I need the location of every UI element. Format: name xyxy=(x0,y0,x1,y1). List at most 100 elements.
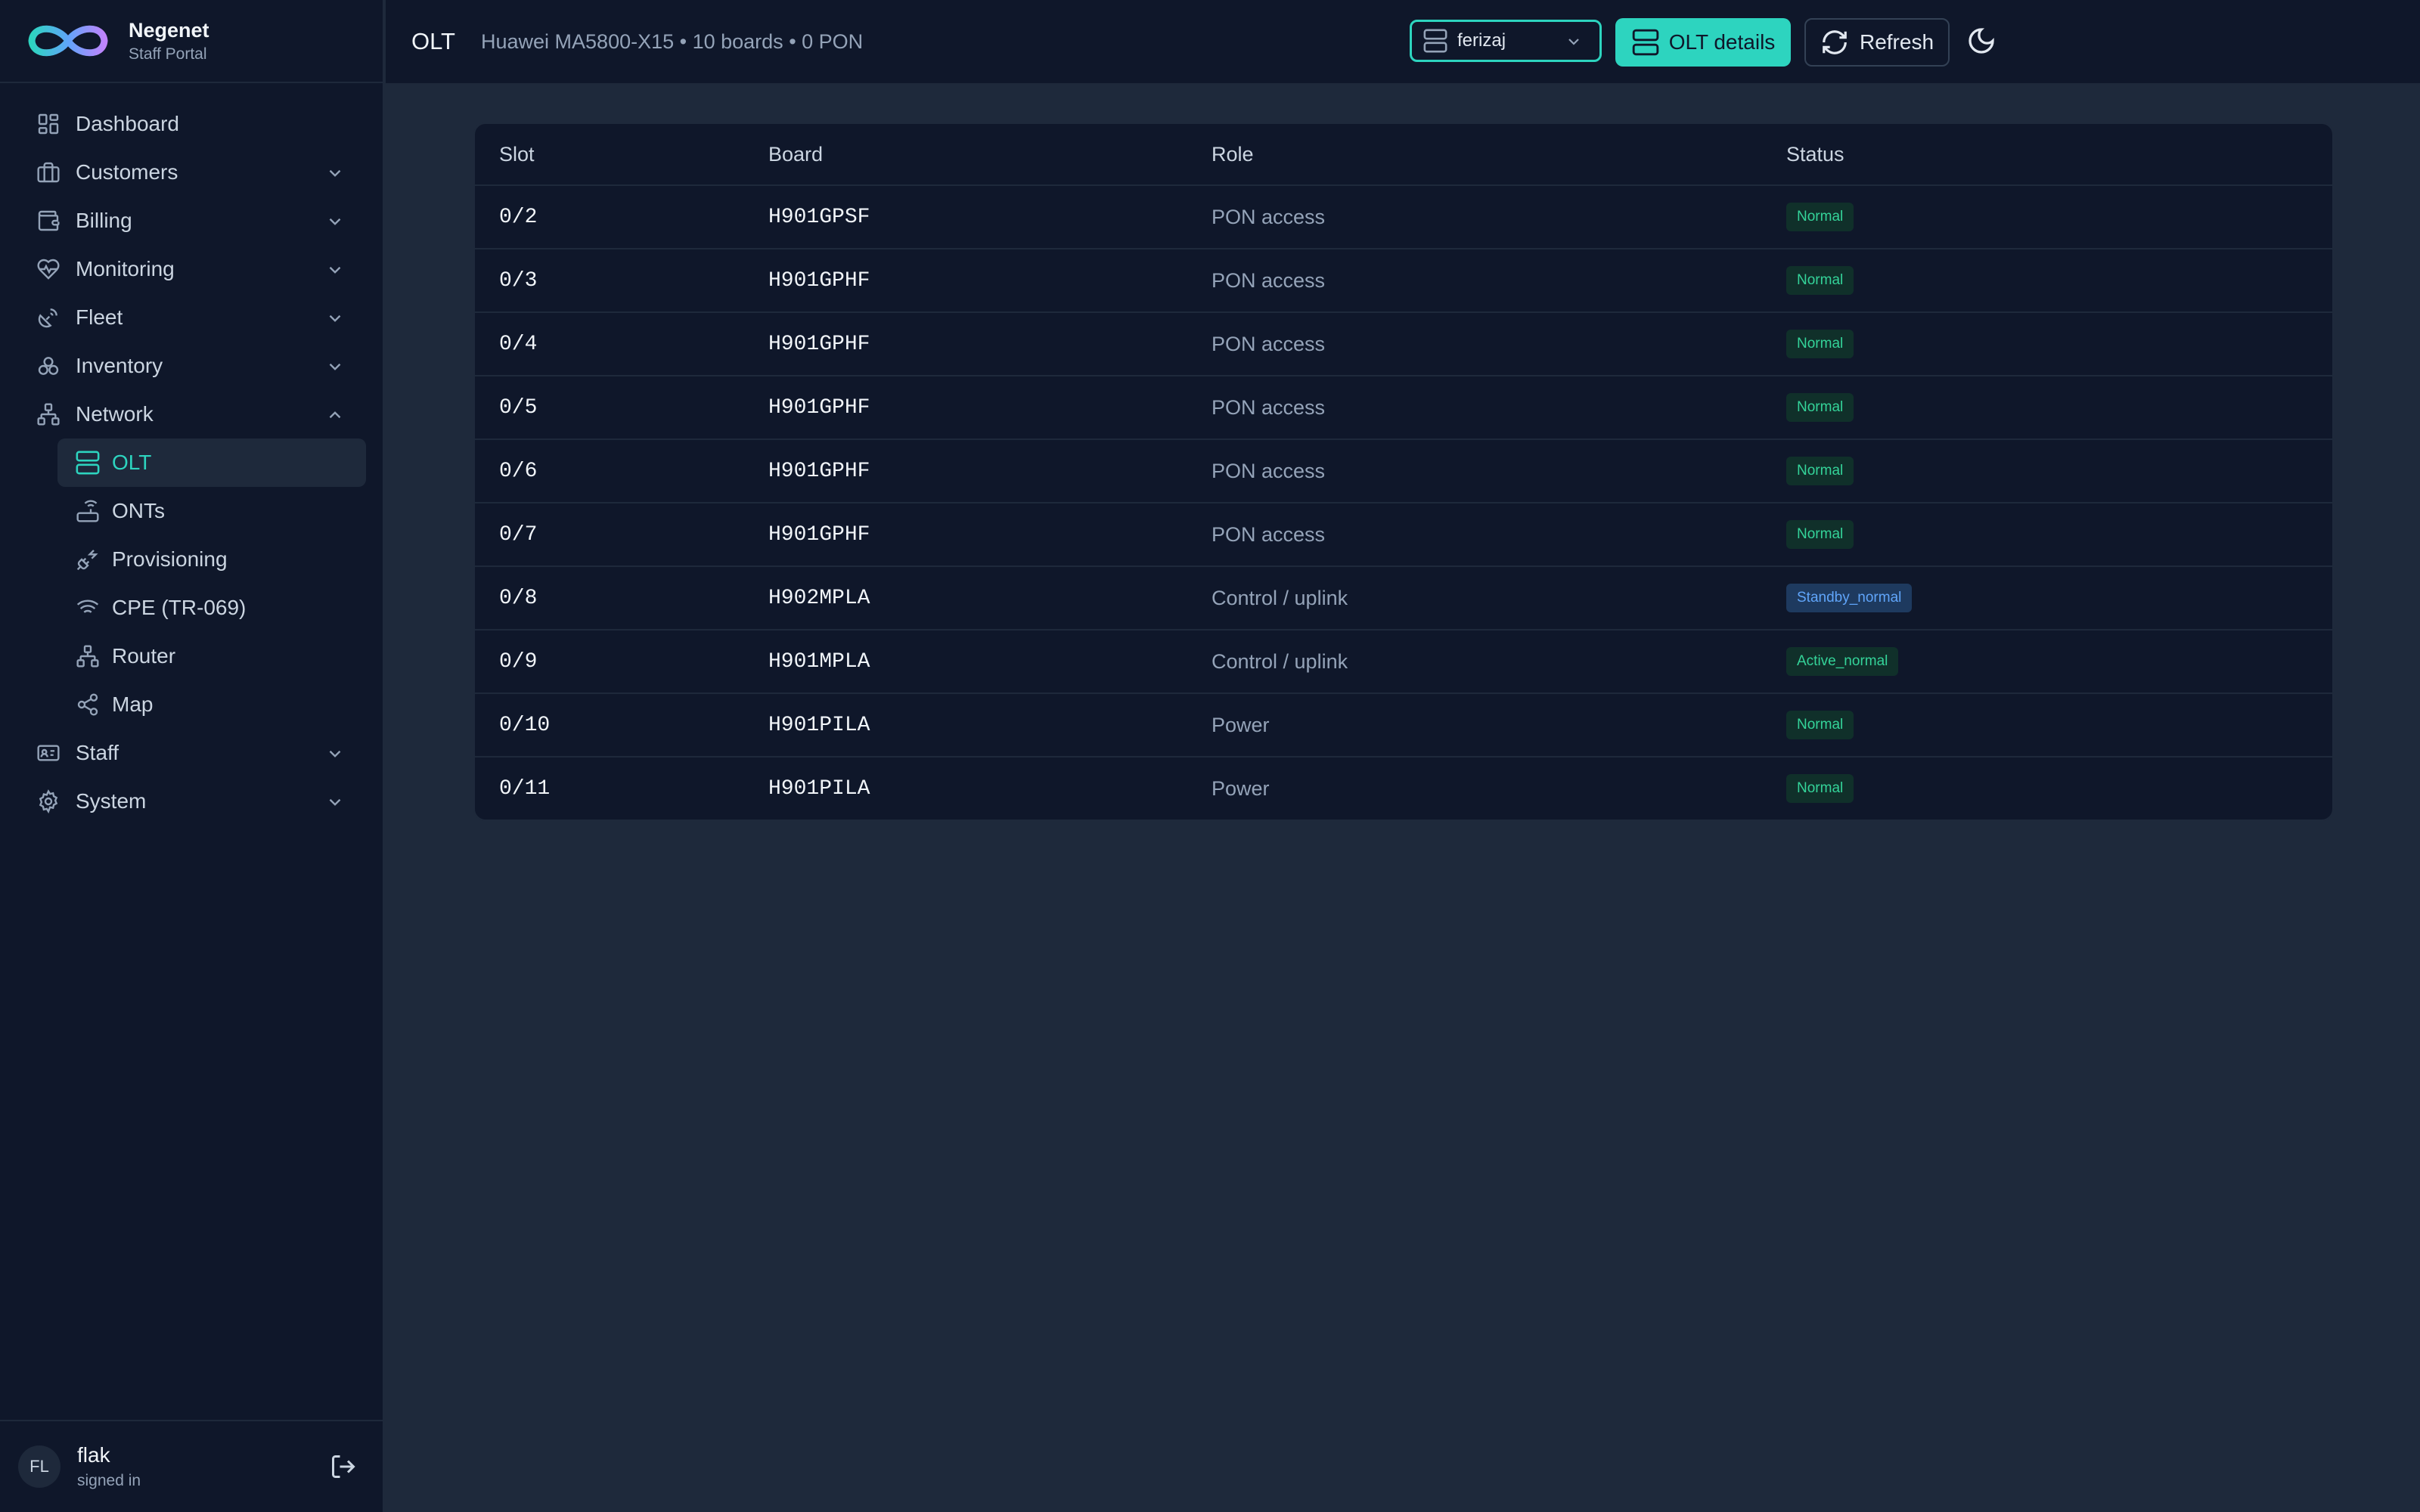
table-body: 0/2 H901GPSF PON access Normal 0/3 H901GPHF P… xyxy=(475,184,2332,820)
sidebar-item-router[interactable]: Router xyxy=(0,632,383,680)
chevron-down-icon[interactable] xyxy=(325,744,345,764)
sidebar-item-label: Monitoring xyxy=(76,257,175,280)
olt-details-label: OLT details xyxy=(1668,30,1776,54)
status-badge: Normal xyxy=(1786,393,1854,422)
table-header-row: Slot Board Role Status xyxy=(475,124,2332,185)
sidebar-item-dashboard[interactable]: Dashboard xyxy=(0,100,383,148)
sidebar-item-staff[interactable]: Staff xyxy=(0,729,383,777)
sidebar-item-system[interactable]: System xyxy=(0,777,383,826)
role-cell: Power xyxy=(1212,692,1786,757)
chevron-down-icon[interactable] xyxy=(325,308,345,328)
table-row[interactable]: 0/11 H901PILA Power Normal xyxy=(475,756,2332,820)
column-header-slot[interactable]: Slot xyxy=(475,124,768,185)
sidebar-item-onts[interactable]: ONTs xyxy=(0,487,383,535)
table-row[interactable]: 0/4 H901GPHF PON access Normal xyxy=(475,311,2332,376)
slot-cell: 0/3 xyxy=(475,248,768,312)
status-badge: Normal xyxy=(1786,774,1854,803)
slot-cell: 0/6 xyxy=(475,438,768,503)
server-icon xyxy=(1423,29,1447,53)
chevron-down-icon[interactable] xyxy=(325,163,345,183)
id-card-icon xyxy=(33,738,64,768)
table-row[interactable]: 0/7 H901GPHF PON access Normal xyxy=(475,502,2332,566)
role-cell: PON access xyxy=(1212,438,1786,503)
chevron-down-icon[interactable] xyxy=(325,212,345,231)
boards-table: Slot Board Role Status 0/2 H901GPSF PON ac… xyxy=(475,124,2332,820)
infinity-logo-icon xyxy=(28,25,108,57)
column-header-status[interactable]: Status xyxy=(1786,124,2332,185)
slot-cell: 0/9 xyxy=(475,629,768,693)
network-icon xyxy=(33,399,64,429)
server-icon xyxy=(73,448,103,478)
refresh-icon xyxy=(1823,30,1847,54)
slot-cell: 0/10 xyxy=(475,692,768,757)
sidebar-item-label: Network xyxy=(76,402,154,426)
board-cell: H901PILA xyxy=(768,756,1212,820)
table-row[interactable]: 0/5 H901GPHF PON access Normal xyxy=(475,375,2332,439)
sidebar-item-network[interactable]: Network xyxy=(0,390,383,438)
sidebar-item-label: Dashboard xyxy=(76,112,179,135)
share-icon xyxy=(73,689,103,720)
chevron-up-icon[interactable] xyxy=(325,405,345,425)
plug-zap-icon xyxy=(73,544,103,575)
table-row[interactable]: 0/8 H902MPLA Control / uplink Standby_norma… xyxy=(475,565,2332,630)
table-row[interactable]: 0/10 H901PILA Power Normal xyxy=(475,692,2332,757)
chevron-down-icon[interactable] xyxy=(325,792,345,812)
column-header-board[interactable]: Board xyxy=(768,124,1212,185)
role-cell: PON access xyxy=(1212,375,1786,439)
olt-select[interactable]: ferizaj xyxy=(1410,20,1602,62)
brand[interactable]: Negenet Staff Portal xyxy=(0,0,383,83)
slot-cell: 0/2 xyxy=(475,184,768,249)
sidebar-item-label: Customers xyxy=(76,160,178,184)
sidebar-item-provisioning[interactable]: Provisioning xyxy=(0,535,383,584)
sidebar-item-label: Staff xyxy=(76,741,119,764)
chevron-down-icon xyxy=(1568,39,1579,45)
slot-cell: 0/11 xyxy=(475,756,768,820)
sidebar-item-label: Billing xyxy=(76,209,132,232)
brand-name: Negenet xyxy=(129,18,209,42)
role-cell: PON access xyxy=(1212,502,1786,566)
gear-icon xyxy=(33,786,64,816)
table-row[interactable]: 0/3 H901GPHF PON access Normal xyxy=(475,248,2332,312)
sidebar: Negenet Staff Portal Dashboard Customers… xyxy=(0,0,384,1512)
sidebar-item-label: Inventory xyxy=(76,354,163,377)
slot-cell: 0/5 xyxy=(475,375,768,439)
column-header-role[interactable]: Role xyxy=(1212,124,1786,185)
sidebar-item-monitoring[interactable]: Monitoring xyxy=(0,245,383,293)
olt-select-value: ferizaj xyxy=(1457,30,1506,51)
boxes-icon xyxy=(33,351,64,381)
status-badge: Normal xyxy=(1786,266,1854,295)
sidebar-item-billing[interactable]: Billing xyxy=(0,197,383,245)
sidebar-nav: Dashboard Customers Billing Monitoring F… xyxy=(0,83,383,826)
table-row[interactable]: 0/6 H901GPHF PON access Normal xyxy=(475,438,2332,503)
chevron-down-icon[interactable] xyxy=(325,357,345,376)
user-name: flak xyxy=(77,1443,110,1467)
avatar[interactable]: FL xyxy=(18,1445,60,1488)
sidebar-item-map[interactable]: Map xyxy=(0,680,383,729)
slot-cell: 0/8 xyxy=(475,565,768,630)
sidebar-item-cpe[interactable]: CPE (TR-069) xyxy=(0,584,383,632)
board-cell: H901GPHF xyxy=(768,311,1212,376)
status-badge: Standby_normal xyxy=(1786,584,1913,612)
user-status: signed in xyxy=(77,1472,141,1489)
user-panel: FL flak signed in xyxy=(0,1420,383,1512)
sidebar-item-label: Fleet xyxy=(76,305,123,329)
brand-subtitle: Staff Portal xyxy=(129,45,207,63)
board-cell: H901MPLA xyxy=(768,629,1212,693)
sidebar-item-olt[interactable]: OLT xyxy=(57,438,366,487)
table-row[interactable]: 0/2 H901GPSF PON access Normal xyxy=(475,184,2332,249)
sidebar-item-inventory[interactable]: Inventory xyxy=(0,342,383,390)
refresh-button[interactable]: Refresh xyxy=(1804,18,1950,67)
status-badge: Active_normal xyxy=(1786,647,1899,676)
sidebar-item-customers[interactable]: Customers xyxy=(0,148,383,197)
sidebar-item-label: OLT xyxy=(112,451,152,474)
moon-icon[interactable] xyxy=(1966,26,1996,56)
logout-icon[interactable] xyxy=(330,1453,357,1480)
network-icon xyxy=(73,641,103,671)
olt-details-button[interactable]: OLT details xyxy=(1615,18,1791,67)
chevron-down-icon[interactable] xyxy=(325,260,345,280)
status-badge: Normal xyxy=(1786,520,1854,549)
sidebar-item-fleet[interactable]: Fleet xyxy=(0,293,383,342)
role-cell: PON access xyxy=(1212,248,1786,312)
board-cell: H901PILA xyxy=(768,692,1212,757)
table-row[interactable]: 0/9 H901MPLA Control / uplink Active_normal xyxy=(475,629,2332,693)
